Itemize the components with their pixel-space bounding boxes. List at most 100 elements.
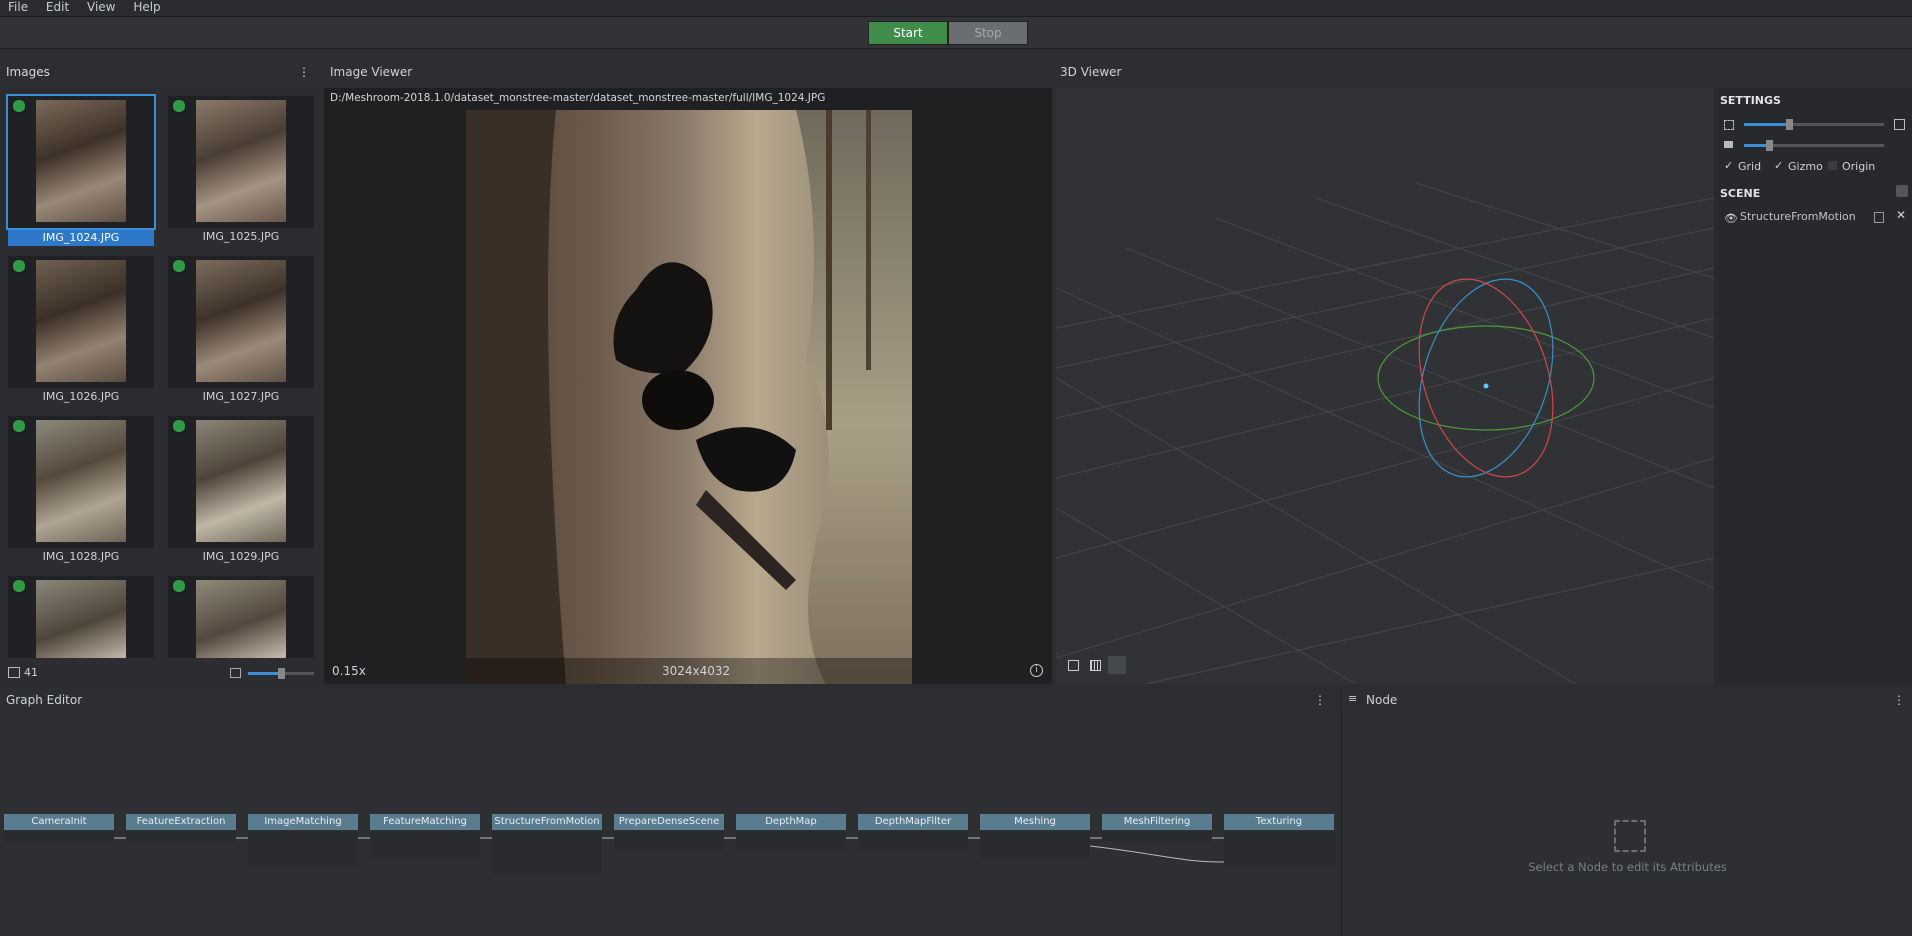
camera-off-icon[interactable] xyxy=(1874,212,1884,223)
thumbnail-size-slider[interactable] xyxy=(248,668,314,679)
thumbnail-label: IMG_1026.JPG xyxy=(42,390,120,403)
menu-view[interactable]: View xyxy=(87,1,115,14)
thumbnail-3[interactable]: IMG_1026.JPG xyxy=(8,256,154,403)
more-options-icon[interactable]: ⋮ xyxy=(1314,693,1326,707)
scene-title: SCENE xyxy=(1720,187,1761,200)
graph-node[interactable]: DepthMap xyxy=(736,814,846,830)
graph-node[interactable]: FeatureMatching xyxy=(370,814,480,830)
thumbnail-1[interactable]: IMG_1024.JPG xyxy=(6,94,156,246)
node-panel-title: Node xyxy=(1366,693,1398,707)
gizmo-checkbox[interactable]: ✓ xyxy=(1774,159,1783,172)
graph-node[interactable]: DepthMapFilter xyxy=(858,814,968,830)
image-resolution: 3024x4032 xyxy=(662,664,731,678)
graph-node[interactable]: CameraInit xyxy=(4,814,114,830)
image-viewer-header: Image Viewer xyxy=(324,60,1052,84)
graph-node[interactable]: MeshFiltering xyxy=(1102,814,1212,830)
images-panel: Images ⋮ IMG_1024.JPG IMG_1025.JPG IMG_1… xyxy=(0,60,320,684)
thumbnail-image xyxy=(36,100,126,222)
image-icon xyxy=(8,667,20,678)
viewer3d-title: 3D Viewer xyxy=(1060,65,1122,79)
thumbnail-image xyxy=(36,260,126,382)
graph-node[interactable]: FeatureExtraction xyxy=(126,814,236,830)
start-button[interactable]: Start xyxy=(868,21,948,45)
graph-node[interactable]: ImageMatching xyxy=(248,814,358,830)
reconstructed-icon xyxy=(12,259,26,273)
thumbnail-size-icon xyxy=(230,668,241,678)
stop-button[interactable]: Stop xyxy=(948,21,1028,45)
reconstructed-icon xyxy=(12,99,26,113)
thumbnail-4[interactable]: IMG_1027.JPG xyxy=(168,256,314,403)
thumbnail-label: IMG_1027.JPG xyxy=(202,390,280,403)
menu-bar: File Edit View Help xyxy=(0,0,1912,17)
close-icon[interactable]: ✕ xyxy=(1896,208,1906,222)
graph-editor[interactable]: Graph Editor ⋮ xyxy=(0,688,1340,936)
fit-view-icon[interactable] xyxy=(1894,119,1905,130)
thumbnail-2[interactable]: IMG_1025.JPG xyxy=(168,96,314,243)
thumbnail-7[interactable] xyxy=(8,576,154,658)
zoom-level: 0.15x xyxy=(332,664,366,678)
settings-title: SETTINGS xyxy=(1720,94,1781,107)
scene-info-icon[interactable] xyxy=(1896,185,1908,197)
thumbnail-5[interactable]: IMG_1028.JPG xyxy=(8,416,154,563)
more-options-icon[interactable]: ⋮ xyxy=(1893,693,1905,707)
thumbnail-image xyxy=(196,580,286,658)
node-panel: ≡ Node ⋮ Select a Node to edit its Attri… xyxy=(1341,688,1912,936)
menu-edit[interactable]: Edit xyxy=(46,1,69,14)
point-size-icon xyxy=(1724,120,1734,130)
graph-node[interactable]: Texturing xyxy=(1224,814,1334,830)
settings-sliders-icon: ≡ xyxy=(1348,692,1358,705)
reconstructed-icon xyxy=(172,419,186,433)
thumbnail-image xyxy=(196,260,286,382)
image-path: D:/Meshroom-2018.1.0/dataset_monstree-ma… xyxy=(330,92,826,104)
origin-checkbox[interactable] xyxy=(1828,161,1837,170)
graph-node[interactable]: StructureFromMotion xyxy=(492,814,602,830)
grid-label: Grid xyxy=(1738,160,1762,173)
image-viewer[interactable]: D:/Meshroom-2018.1.0/dataset_monstree-ma… xyxy=(324,88,1052,684)
wireframe-view-icon[interactable] xyxy=(1090,660,1101,671)
grid-checkbox[interactable]: ✓ xyxy=(1724,159,1733,172)
thumbnail-label: IMG_1029.JPG xyxy=(202,550,280,563)
thumbnail-6[interactable]: IMG_1029.JPG xyxy=(168,416,314,563)
reconstructed-icon xyxy=(172,579,186,593)
images-panel-title: Images ⋮ xyxy=(0,60,320,84)
more-options-icon[interactable]: ⋮ xyxy=(298,60,310,84)
thumbnail-image xyxy=(196,100,286,222)
reconstructed-icon xyxy=(172,259,186,273)
menu-file[interactable]: File xyxy=(8,1,28,14)
info-icon[interactable]: i xyxy=(1030,664,1043,677)
camera-icon xyxy=(1724,141,1733,148)
thumbnail-label: IMG_1028.JPG xyxy=(42,550,120,563)
image-count: 41 xyxy=(24,666,38,679)
scene-item[interactable]: StructureFromMotion xyxy=(1740,210,1856,223)
viewer3d-grid xyxy=(1056,88,1714,684)
gizmo-label: Gizmo xyxy=(1788,160,1823,173)
node-placeholder-text: Select a Node to edit its Attributes xyxy=(1528,860,1727,874)
graph-editor-header: Graph Editor ⋮ xyxy=(0,688,1340,712)
reconstructed-icon xyxy=(12,579,26,593)
point-size-slider[interactable] xyxy=(1744,119,1884,130)
thumbnail-image xyxy=(36,420,126,542)
viewer3d-canvas[interactable] xyxy=(1056,88,1714,684)
thumbnail-image xyxy=(196,420,286,542)
thumbnail-image xyxy=(36,580,126,658)
reconstructed-icon xyxy=(172,99,186,113)
solid-view-icon[interactable] xyxy=(1068,660,1079,671)
toolbar: Start Stop xyxy=(0,17,1912,49)
thumbnail-label: IMG_1024.JPG xyxy=(8,230,154,246)
thumbnail-label: IMG_1025.JPG xyxy=(202,230,280,243)
camera-scale-slider[interactable] xyxy=(1744,140,1884,151)
menu-help[interactable]: Help xyxy=(133,1,160,14)
thumbnail-8[interactable] xyxy=(168,576,314,658)
visibility-eye-icon[interactable]: 👁 xyxy=(1724,212,1738,225)
empty-node-icon xyxy=(1614,820,1646,852)
textured-view-icon[interactable] xyxy=(1108,656,1126,674)
graph-node[interactable]: Meshing xyxy=(980,814,1090,830)
graph-node[interactable]: PrepareDenseScene xyxy=(614,814,724,830)
displayed-image xyxy=(466,110,912,684)
viewer3d-header: 3D Viewer xyxy=(1056,60,1912,84)
graph-edges xyxy=(113,837,1225,863)
origin-label: Origin xyxy=(1842,160,1876,173)
node-panel-header: ≡ Node ⋮ xyxy=(1342,688,1912,712)
settings-panel: SETTINGS ✓ Grid ✓ Gizmo Origin SCENE 👁 S… xyxy=(1714,88,1912,684)
reconstructed-icon xyxy=(12,419,26,433)
